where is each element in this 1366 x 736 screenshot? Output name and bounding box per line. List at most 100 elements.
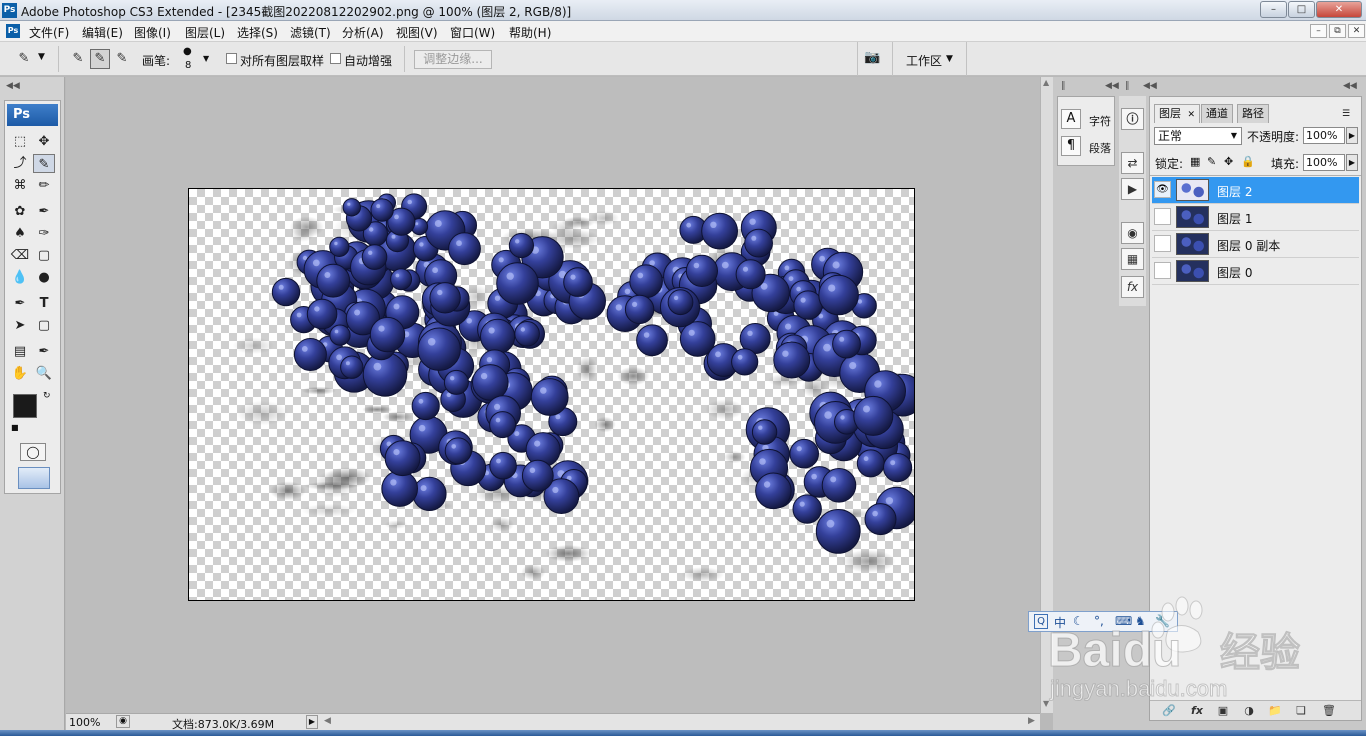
- visibility-toggle[interactable]: [1154, 262, 1171, 279]
- blueberry-highlight: [494, 295, 501, 301]
- tool-preset-picker[interactable]: ✎: [14, 49, 34, 69]
- menu-filter[interactable]: 滤镜(T): [290, 24, 331, 41]
- scroll-left-icon[interactable]: ◀: [324, 716, 331, 726]
- doc-close-button[interactable]: ✕: [1348, 24, 1365, 38]
- tab-layers[interactable]: 图层 ✕: [1154, 104, 1201, 123]
- lock-pixels-icon[interactable]: ✎: [1207, 155, 1216, 168]
- crop-tool-icon[interactable]: ⌘: [9, 176, 31, 195]
- blur-tool-icon[interactable]: 💧: [9, 268, 31, 287]
- default-colors-icon[interactable]: ■: [11, 423, 19, 432]
- shape-tool-icon[interactable]: ▢: [33, 316, 55, 335]
- layer-row[interactable]: 图层 0 副本: [1152, 231, 1359, 258]
- menu-file[interactable]: 文件(F): [29, 24, 69, 41]
- close-button[interactable]: ✕: [1316, 1, 1362, 18]
- fill-input[interactable]: 100%: [1303, 154, 1345, 171]
- visibility-eye-icon[interactable]: 👁: [1154, 181, 1171, 198]
- ime-logo-icon[interactable]: Q: [1034, 614, 1048, 629]
- opacity-input[interactable]: 100%: [1303, 127, 1345, 144]
- add-to-selection-icon[interactable]: ✎: [90, 49, 110, 69]
- close-tab-icon[interactable]: ✕: [1188, 110, 1196, 120]
- menu-layer[interactable]: 图层(L): [185, 24, 225, 41]
- quick-selection-tool-icon[interactable]: ✎: [33, 154, 55, 173]
- scroll-up-icon[interactable]: ▲: [1043, 78, 1049, 87]
- move-tool-icon[interactable]: ✥: [33, 132, 55, 151]
- hand-tool-icon[interactable]: ✋: [9, 364, 31, 383]
- clone-stamp-icon[interactable]: ♠: [9, 224, 31, 243]
- slice-tool-icon[interactable]: ✏: [33, 176, 55, 195]
- eyedropper-tool-icon[interactable]: ✒: [33, 342, 55, 361]
- collapse-icon[interactable]: ◀◀: [6, 81, 20, 91]
- quick-mask-icon[interactable]: ◯: [20, 443, 46, 461]
- lasso-tool-icon[interactable]: ⤴: [9, 154, 31, 173]
- new-selection-icon[interactable]: ✎: [68, 49, 88, 69]
- menu-select[interactable]: 选择(S): [237, 24, 278, 41]
- visibility-toggle[interactable]: [1154, 208, 1171, 225]
- foreground-color-swatch[interactable]: [13, 394, 37, 418]
- brush-dot-icon[interactable]: ●: [183, 46, 192, 57]
- menu-window[interactable]: 窗口(W): [450, 24, 495, 41]
- layer-row[interactable]: 图层 0: [1152, 258, 1359, 285]
- auto-enhance-checkbox[interactable]: [330, 53, 341, 64]
- doc-restore-button[interactable]: ⧉: [1329, 24, 1346, 38]
- blend-mode-select[interactable]: 正常 ▼: [1154, 127, 1242, 145]
- menu-analysis[interactable]: 分析(A): [342, 24, 384, 41]
- brush-tool-icon[interactable]: ✒: [33, 202, 55, 221]
- layer-row[interactable]: 👁 图层 2: [1152, 177, 1359, 204]
- collapse-icon[interactable]: ◀◀: [1105, 81, 1119, 91]
- subtract-selection-icon[interactable]: ✎: [112, 49, 132, 69]
- eraser-tool-icon[interactable]: ⌫: [9, 246, 31, 265]
- chevron-down-icon[interactable]: ▼: [38, 52, 45, 62]
- type-tool-icon[interactable]: T: [33, 294, 55, 313]
- screen-mode-icon[interactable]: [18, 467, 50, 489]
- tab-paths[interactable]: 路径: [1237, 104, 1269, 123]
- swap-colors-icon[interactable]: ↻: [43, 391, 51, 401]
- document-canvas[interactable]: [188, 188, 915, 601]
- healing-brush-icon[interactable]: ✿: [9, 202, 31, 221]
- zoom-level[interactable]: 100%: [69, 716, 100, 729]
- path-selection-icon[interactable]: ➤: [9, 316, 31, 335]
- document-icon[interactable]: Ps: [6, 24, 20, 38]
- minimize-button[interactable]: –: [1260, 1, 1287, 18]
- opacity-arrow-icon[interactable]: ▶: [1346, 127, 1358, 144]
- fill-arrow-icon[interactable]: ▶: [1346, 154, 1358, 171]
- notes-tool-icon[interactable]: ▤: [9, 342, 31, 361]
- menu-help[interactable]: 帮助(H): [509, 24, 551, 41]
- lock-transparency-icon[interactable]: ▦: [1190, 155, 1200, 168]
- collapse-icon[interactable]: ◀◀: [1343, 81, 1357, 91]
- paragraph-panel-button[interactable]: ¶ 段落: [1061, 136, 1113, 158]
- menu-view[interactable]: 视图(V): [396, 24, 438, 41]
- character-panel-button[interactable]: A 字符: [1061, 109, 1113, 131]
- chevron-down-icon[interactable]: ▼: [946, 54, 953, 64]
- dodge-tool-icon[interactable]: ●: [33, 268, 55, 287]
- workspace-menu[interactable]: 工作区: [906, 52, 942, 69]
- menu-image[interactable]: 图像(I): [134, 24, 171, 41]
- scroll-right-icon[interactable]: ▶: [1028, 716, 1035, 726]
- gradient-tool-icon[interactable]: ▢: [33, 246, 55, 265]
- layer-row[interactable]: 图层 1: [1152, 204, 1359, 231]
- maximize-button[interactable]: □: [1288, 1, 1315, 18]
- marquee-tool-icon[interactable]: ⬚: [9, 132, 31, 151]
- lock-position-icon[interactable]: ✥: [1224, 155, 1233, 168]
- sample-all-layers-checkbox[interactable]: [226, 53, 237, 64]
- swatches-icon[interactable]: ▦: [1121, 248, 1144, 270]
- history-icon[interactable]: ⇄: [1121, 152, 1144, 174]
- collapse-icon[interactable]: ◀◀: [1143, 81, 1157, 91]
- refine-edge-button[interactable]: 调整边缘...: [414, 50, 492, 69]
- lock-all-icon[interactable]: 🔒: [1241, 155, 1255, 168]
- bridge-icon[interactable]: 📷: [864, 50, 888, 68]
- status-info-icon[interactable]: ◉: [116, 715, 130, 728]
- zoom-tool-icon[interactable]: 🔍: [33, 364, 55, 383]
- status-menu-arrow-icon[interactable]: ▶: [306, 715, 318, 729]
- panel-menu-icon[interactable]: ☰: [1342, 109, 1350, 119]
- color-palette-icon[interactable]: ◉: [1121, 222, 1144, 244]
- styles-fx-icon[interactable]: fx: [1121, 276, 1144, 298]
- tab-channels[interactable]: 通道: [1201, 104, 1233, 123]
- actions-icon[interactable]: ▶: [1121, 178, 1144, 200]
- menu-edit[interactable]: 编辑(E): [82, 24, 123, 41]
- chevron-down-icon[interactable]: ▼: [203, 54, 209, 63]
- info-icon[interactable]: ⓘ: [1121, 108, 1144, 130]
- visibility-toggle[interactable]: [1154, 235, 1171, 252]
- doc-minimize-button[interactable]: –: [1310, 24, 1327, 38]
- pen-tool-icon[interactable]: ✒: [9, 294, 31, 313]
- history-brush-icon[interactable]: ✑: [33, 224, 55, 243]
